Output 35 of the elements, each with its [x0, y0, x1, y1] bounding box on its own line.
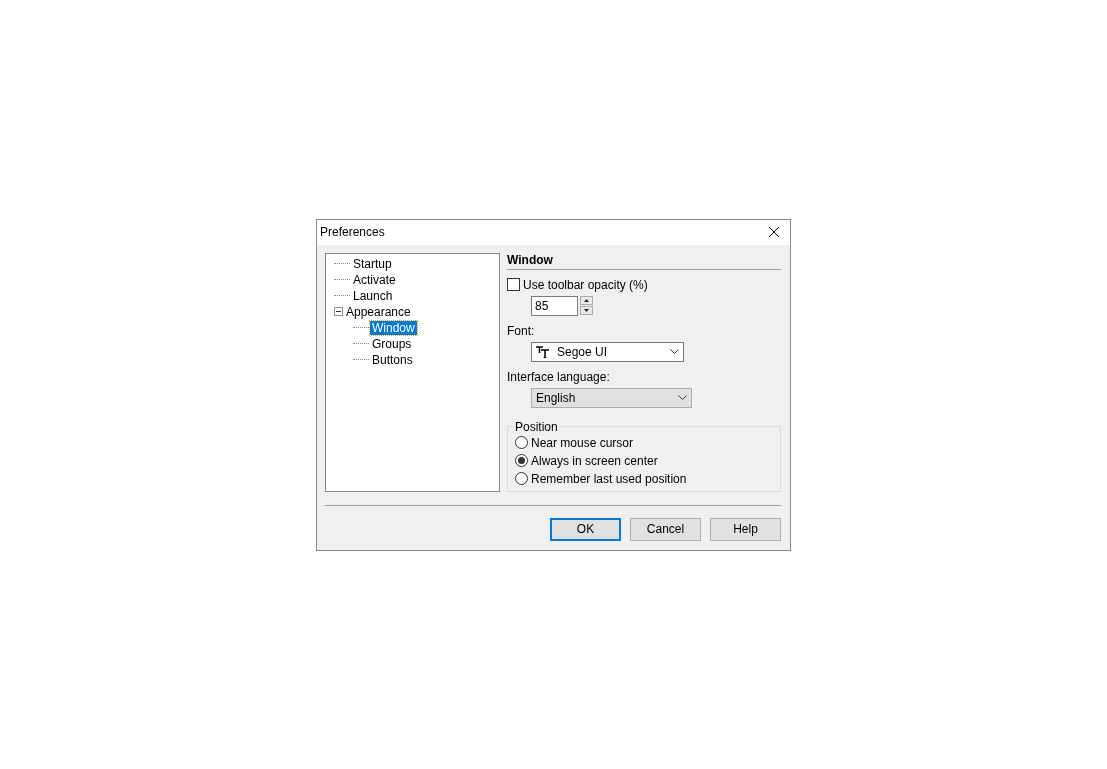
radio-label: Near mouse cursor — [531, 435, 634, 450]
tree-item[interactable]: Window — [370, 320, 417, 335]
dialog-button[interactable]: Cancel — [630, 517, 701, 541]
field-label: Font: — [507, 323, 536, 338]
spin-up-button[interactable] — [580, 296, 593, 305]
tree-item[interactable]: Groups — [370, 336, 414, 351]
field-label: Interface language: — [507, 369, 611, 384]
checkbox[interactable] — [507, 278, 520, 291]
section-title: Window — [507, 252, 781, 270]
radio-button[interactable] — [515, 454, 528, 467]
chevron-down-icon — [678, 395, 687, 400]
spin-down-button[interactable] — [580, 306, 593, 315]
radio-label: Remember last used position — [531, 471, 687, 486]
window-title: Preferences — [320, 225, 385, 239]
font-dropdown[interactable]: Segoe UI — [531, 341, 684, 362]
tree-item[interactable]: Startup — [351, 256, 394, 271]
dialog-button[interactable]: OK — [550, 517, 621, 541]
tree-item[interactable]: Activate — [351, 272, 398, 287]
language-dropdown[interactable]: English — [531, 387, 692, 408]
opacity-input-field[interactable]: 85 — [531, 295, 578, 316]
close-button[interactable] — [766, 224, 782, 240]
chevron-down-icon — [670, 349, 679, 354]
radio-button[interactable] — [515, 472, 528, 485]
triangle-up-icon — [584, 299, 589, 302]
tree-item[interactable]: Launch — [351, 288, 395, 303]
checkbox-label: Use toolbar opacity (%) — [523, 277, 648, 292]
font-icon — [536, 345, 549, 358]
radio-label: Always in screen center — [531, 453, 658, 468]
collapse-toggle-icon[interactable] — [334, 307, 343, 316]
triangle-down-icon — [584, 309, 589, 312]
dialog-button[interactable]: Help — [710, 517, 781, 541]
group-label: Position — [514, 419, 559, 434]
radio-button[interactable] — [515, 436, 528, 449]
tree-item[interactable]: Buttons — [370, 352, 415, 367]
tree-item[interactable]: Appearance — [344, 304, 413, 319]
